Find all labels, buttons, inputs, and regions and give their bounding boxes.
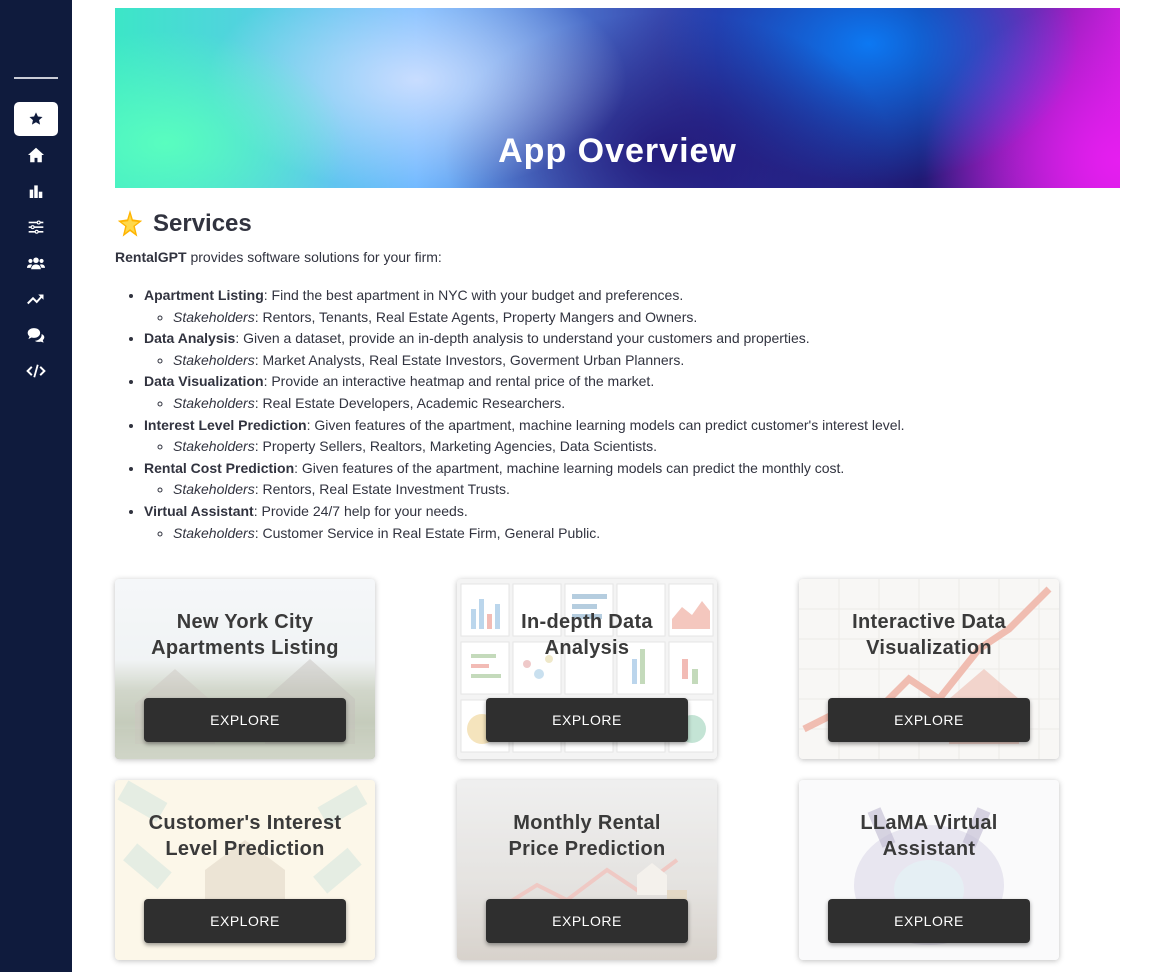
card-title-line: In-depth Data	[521, 611, 653, 633]
trend-up-icon	[27, 294, 44, 305]
stakeholders-text: : Market Analysts, Real Estate Investors…	[254, 351, 685, 368]
card-data-visualization: Interactive Data Visualization EXPLORE	[799, 579, 1059, 759]
card-title: Interactive Data Visualization	[809, 609, 1049, 661]
service-desc: : Given a dataset, provide an in-depth a…	[235, 330, 810, 347]
stakeholders-label: Stakeholders	[173, 394, 255, 411]
stakeholders-item: Stakeholders: Real Estate Developers, Ac…	[173, 393, 1134, 415]
card-title: In-depth Data Analysis	[467, 609, 707, 661]
card-title: Customer's Interest Level Prediction	[125, 810, 365, 862]
card-title-line: Monthly Rental	[513, 812, 661, 834]
code-icon	[26, 364, 46, 378]
stakeholders-text: : Customer Service in Real Estate Firm, …	[254, 524, 601, 541]
list-item: Virtual Assistant: Provide 24/7 help for…	[144, 501, 1134, 544]
stakeholders-label: Stakeholders	[173, 438, 255, 455]
list-item: Apartment Listing: Find the best apartme…	[144, 285, 1134, 328]
sidebar-item-overview[interactable]	[14, 102, 58, 136]
stakeholders-text: : Property Sellers, Realtors, Marketing …	[254, 438, 657, 455]
card-title-line: New York City	[176, 611, 314, 633]
card-title-line: Interactive Data	[852, 611, 1006, 633]
services-list: Apartment Listing: Find the best apartme…	[144, 285, 1134, 544]
stakeholders-text: : Rentors, Real Estate Investment Trusts…	[254, 481, 510, 498]
comments-icon	[27, 328, 45, 343]
service-name: Apartment Listing	[144, 287, 264, 303]
service-desc: : Provide 24/7 help for your needs.	[253, 502, 468, 519]
card-title: New York City Apartments Listing	[125, 609, 365, 661]
list-item: Interest Level Prediction: Given feature…	[144, 415, 1134, 458]
explore-button[interactable]: EXPLORE	[486, 899, 688, 943]
stakeholders-label: Stakeholders	[173, 481, 255, 498]
stakeholders-item: Stakeholders: Property Sellers, Realtors…	[173, 436, 1134, 458]
stakeholders-item: Stakeholders: Rentors, Tenants, Real Est…	[173, 307, 1134, 329]
stakeholders-item: Stakeholders: Market Analysts, Real Esta…	[173, 350, 1134, 372]
stakeholders-text: : Rentors, Tenants, Real Estate Agents, …	[254, 308, 698, 325]
home-icon	[28, 147, 44, 163]
card-title-line: Level Prediction	[165, 838, 325, 860]
sidebar-item-home[interactable]	[14, 138, 58, 172]
card-title-line: Price Prediction	[508, 838, 666, 860]
service-name: Rental Cost Prediction	[144, 459, 295, 476]
card-virtual-assistant: LLaMA Virtual Assistant EXPLORE	[799, 780, 1059, 960]
card-title: LLaMA Virtual Assistant	[809, 810, 1049, 862]
bar-chart-icon	[29, 185, 43, 198]
sidebar-item-analysis[interactable]	[14, 174, 58, 208]
list-item: Rental Cost Prediction: Given features o…	[144, 458, 1134, 501]
service-name: Data Visualization	[144, 373, 264, 390]
card-interest-prediction: Customer's Interest Level Prediction EXPL…	[115, 780, 375, 960]
services-intro: RentalGPT provides software solutions fo…	[115, 249, 442, 265]
card-rental-price-prediction: Monthly Rental Price Prediction EXPLORE	[457, 780, 717, 960]
service-desc: : Provide an interactive heatmap and ren…	[263, 373, 655, 390]
service-name: Virtual Assistant	[144, 502, 254, 519]
sidebar-divider	[14, 77, 58, 79]
card-apartments-listing: New York City Apartments Listing EXPLORE	[115, 579, 375, 759]
explore-button[interactable]: EXPLORE	[828, 698, 1030, 742]
card-title-line: Apartments Listing	[151, 637, 339, 659]
service-name: Data Analysis	[144, 330, 236, 347]
stakeholders-text: : Real Estate Developers, Academic Resea…	[254, 394, 566, 411]
sidebar-item-trends[interactable]	[14, 282, 58, 316]
service-desc: : Given features of the apartment, machi…	[306, 416, 905, 433]
stakeholders-label: Stakeholders	[173, 351, 255, 368]
card-title-line: Analysis	[544, 637, 630, 659]
card-title-line: LLaMA Virtual	[860, 812, 998, 834]
star-icon	[29, 112, 43, 125]
explore-button[interactable]: EXPLORE	[486, 698, 688, 742]
services-heading-text: Services	[153, 210, 252, 237]
explore-button[interactable]: EXPLORE	[144, 698, 346, 742]
service-name: Interest Level Prediction	[144, 416, 307, 433]
card-title-line: Visualization	[866, 637, 992, 659]
card-data-analysis: In-depth Data Analysis EXPLORE	[457, 579, 717, 759]
stakeholders-item: Stakeholders: Rentors, Real Estate Inves…	[173, 479, 1134, 501]
users-icon	[27, 257, 45, 270]
card-title-line: Assistant	[882, 838, 976, 860]
brand-name: RentalGPT	[115, 249, 187, 265]
stakeholders-item: Stakeholders: Customer Service in Real E…	[173, 523, 1134, 545]
explore-button[interactable]: EXPLORE	[828, 899, 1030, 943]
service-desc: : Given features of the apartment, machi…	[294, 459, 845, 476]
hero-banner: App Overview	[115, 8, 1120, 188]
glowing-star-icon	[117, 209, 143, 237]
sidebar-item-chat[interactable]	[14, 318, 58, 352]
list-item: Data Analysis: Given a dataset, provide …	[144, 328, 1134, 371]
explore-button[interactable]: EXPLORE	[144, 899, 346, 943]
card-title: Monthly Rental Price Prediction	[467, 810, 707, 862]
service-desc: : Find the best apartment in NYC with yo…	[263, 287, 684, 303]
list-item: Data Visualization: Provide an interacti…	[144, 371, 1134, 414]
stakeholders-label: Stakeholders	[173, 524, 255, 541]
sliders-icon	[28, 220, 44, 234]
card-title-line: Customer's Interest	[148, 812, 342, 834]
services-heading: Services	[115, 209, 252, 239]
intro-text: provides software solutions for your fir…	[186, 249, 442, 265]
sidebar	[0, 0, 72, 972]
stakeholders-label: Stakeholders	[173, 308, 255, 325]
sidebar-item-code[interactable]	[14, 354, 58, 388]
hero-title: App Overview	[498, 132, 737, 170]
sidebar-item-users[interactable]	[14, 246, 58, 280]
sidebar-item-settings[interactable]	[14, 210, 58, 244]
